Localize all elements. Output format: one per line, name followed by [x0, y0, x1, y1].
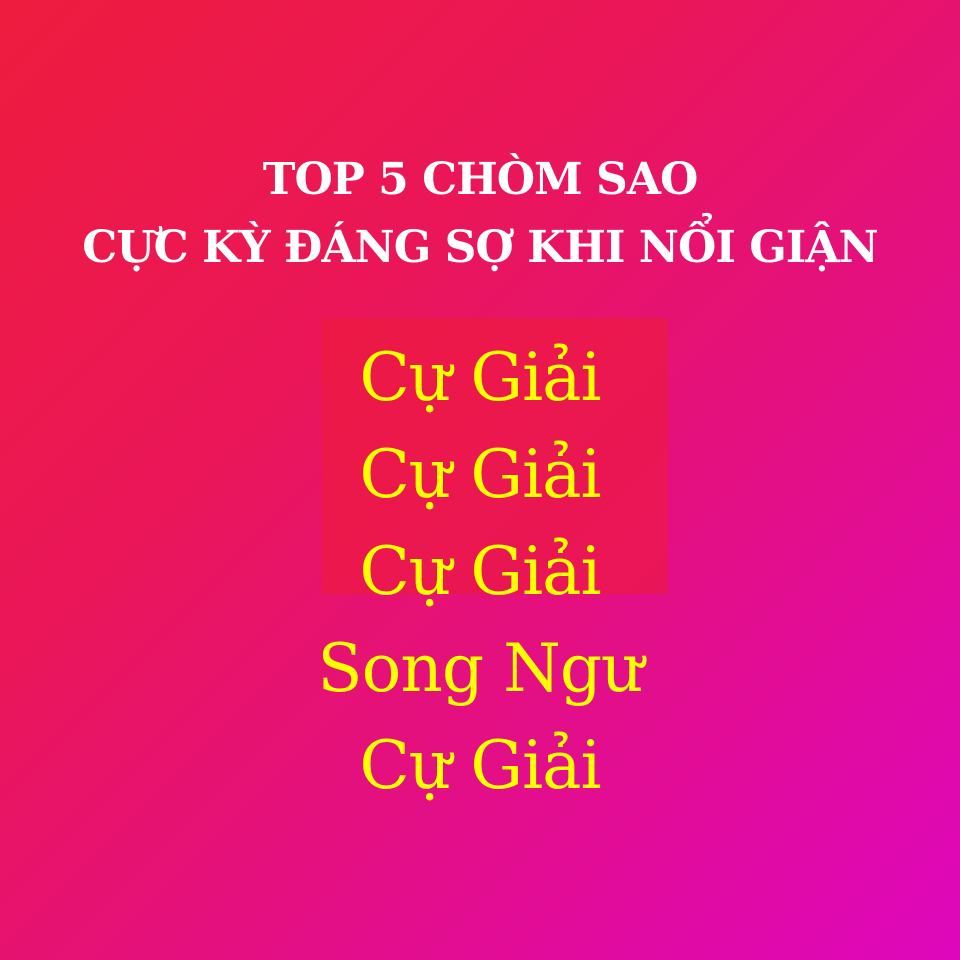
ranking-item-3: Cự Giải	[359, 533, 601, 610]
title-line-1: TOP 5 CHÒM SAO	[262, 154, 699, 205]
ranking-item-4: Song Ngư	[317, 630, 643, 707]
title-line-2: CỰC KỲ ĐÁNG SỢ KHI NỔI GIẬN	[82, 222, 879, 273]
ranking-item-5: Cự Giải	[359, 727, 601, 804]
ranking-item-1: Cự Giải	[359, 339, 601, 416]
constellation-ranking-list: Cự Giải Cự Giải Cự Giải Song Ngư Cự Giải	[0, 338, 960, 823]
ranking-item-2: Cự Giải	[359, 436, 601, 513]
